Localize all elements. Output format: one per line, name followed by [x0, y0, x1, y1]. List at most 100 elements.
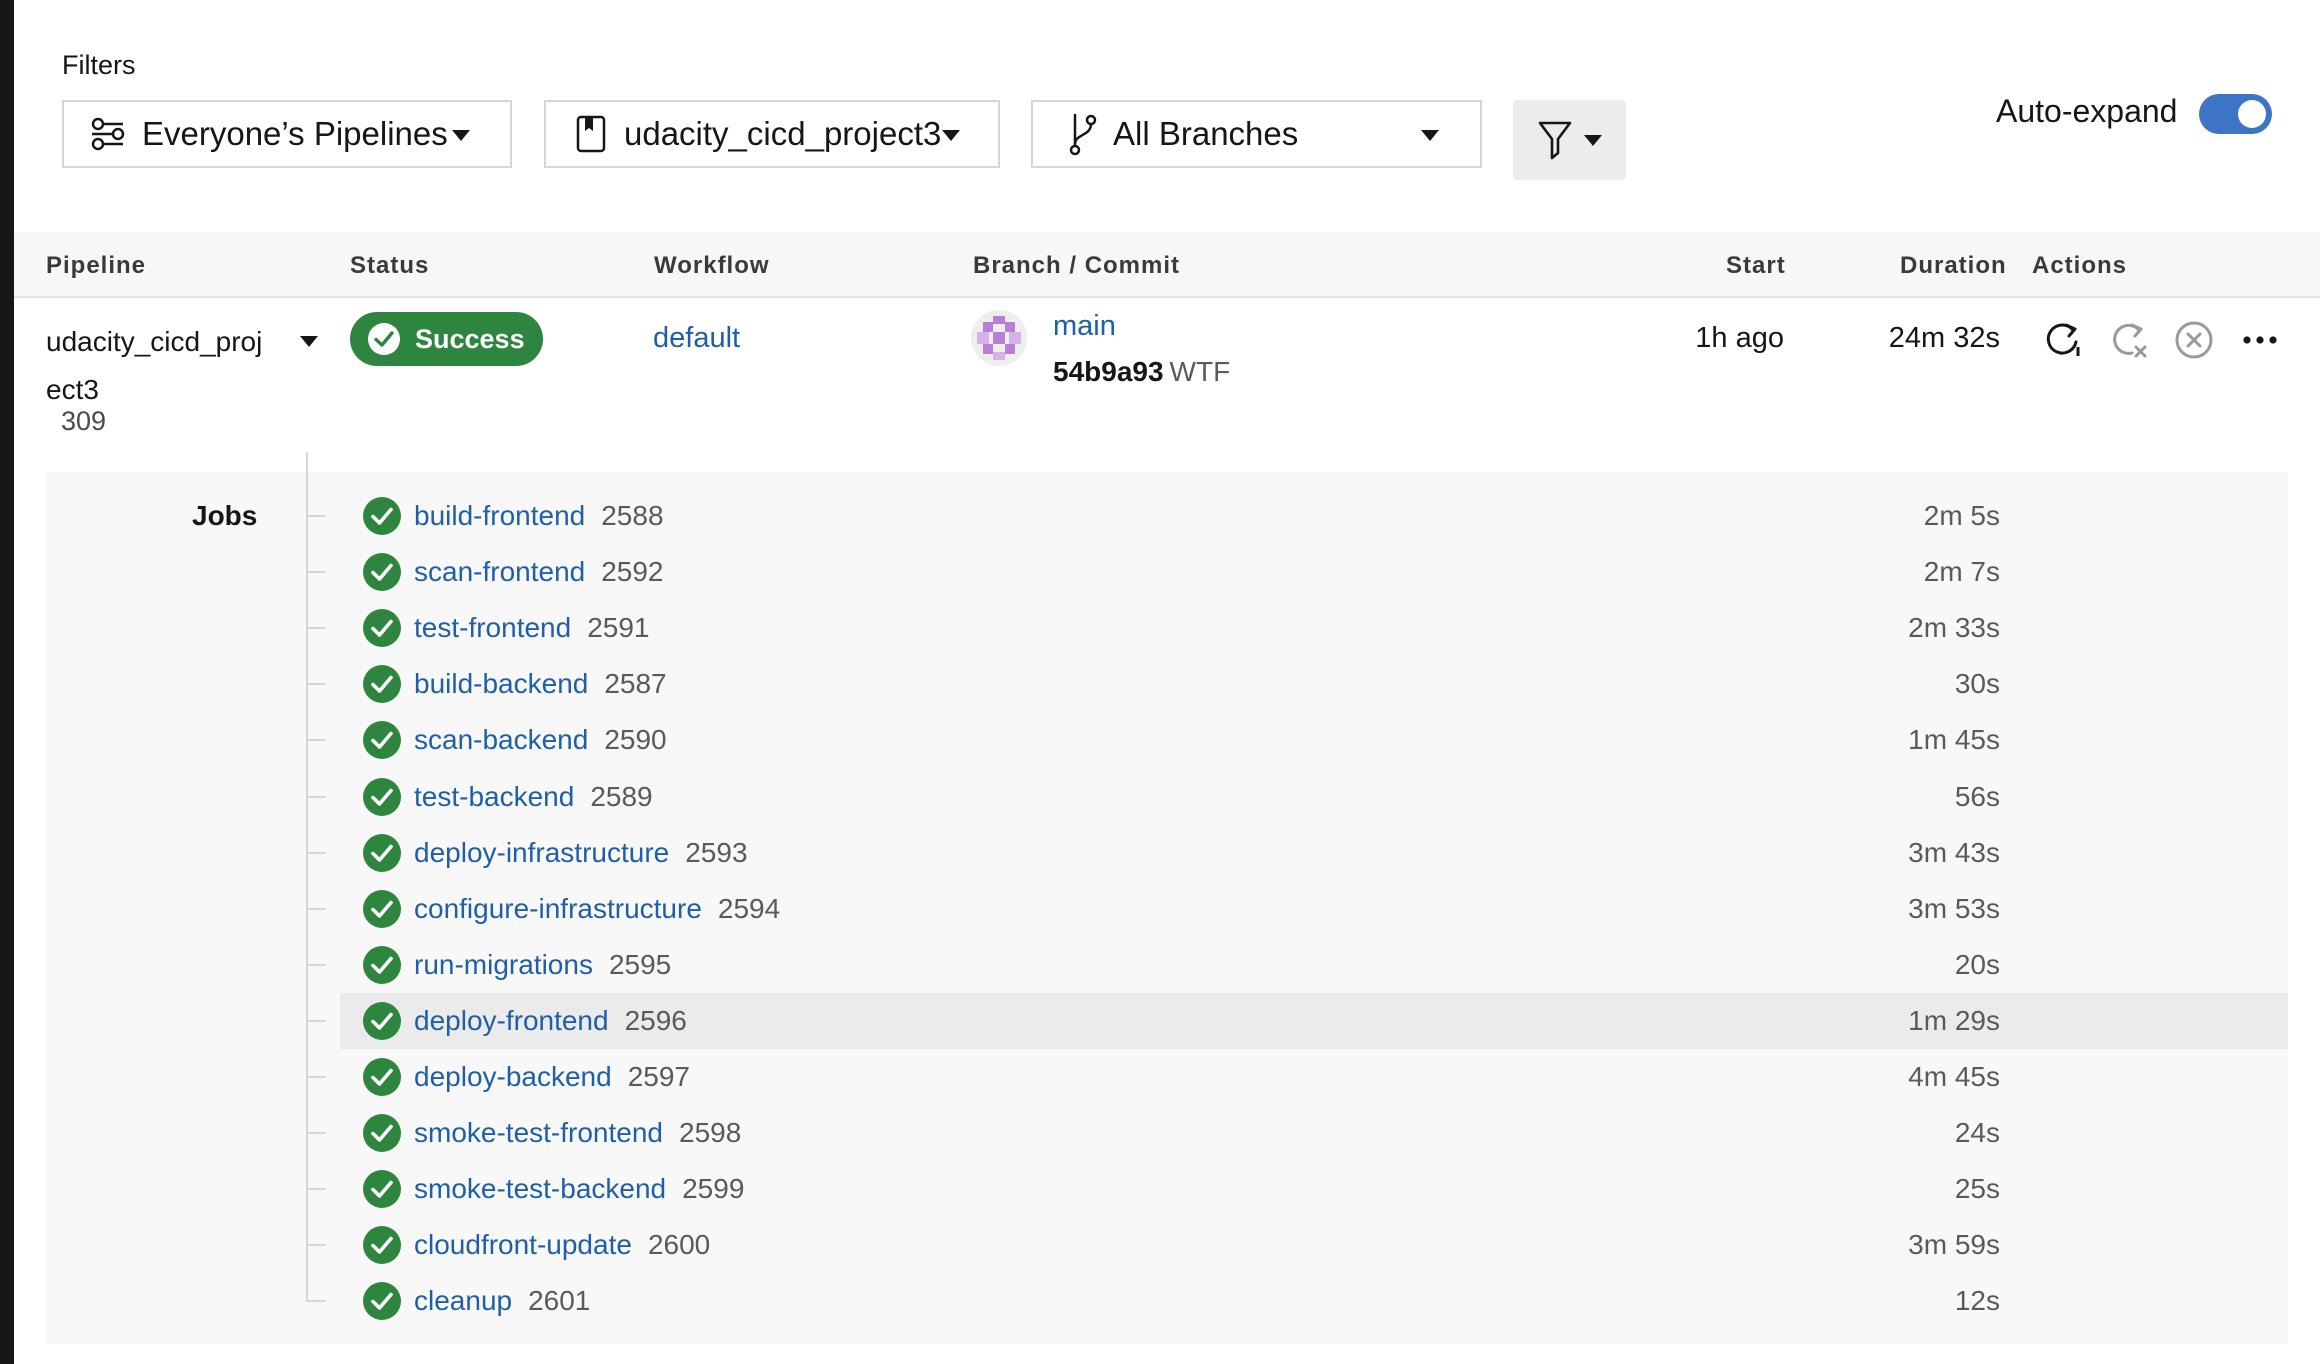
- job-row[interactable]: run-migrations 2595 20s: [306, 937, 2288, 993]
- job-row[interactable]: deploy-frontend 2596 1m 29s: [306, 993, 2288, 1049]
- rerun-icon[interactable]: [2042, 320, 2082, 360]
- jobs-tree-line: [306, 452, 308, 1302]
- check-circle-icon: [362, 664, 402, 704]
- job-row[interactable]: cleanup 2601 12s: [306, 1273, 2288, 1329]
- job-row[interactable]: test-backend 2589 56s: [306, 769, 2288, 825]
- job-name-link[interactable]: scan-backend: [414, 724, 588, 756]
- job-duration: 3m 53s: [1908, 893, 2000, 924]
- job-row[interactable]: scan-frontend 2592 2m 7s: [306, 544, 2288, 600]
- auto-expand-toggle[interactable]: [2199, 94, 2272, 134]
- commit-hash[interactable]: 54b9a93: [1053, 356, 1164, 387]
- job-number: 2596: [624, 1005, 687, 1036]
- job-name-link[interactable]: smoke-test-backend: [414, 1173, 666, 1205]
- tree-branch-tick: [306, 964, 326, 966]
- commit-message: WTF: [1169, 356, 1231, 387]
- job-name-link[interactable]: test-backend: [414, 781, 574, 813]
- job-duration: 2m 7s: [1923, 556, 2000, 587]
- rerun-failed-icon[interactable]: [2108, 320, 2148, 360]
- tree-branch-tick: [306, 739, 326, 741]
- job-row[interactable]: build-frontend 2588 2m 5s: [306, 488, 2288, 544]
- jobs-label: Jobs: [192, 500, 258, 531]
- toggle-knob: [2238, 100, 2266, 128]
- job-row[interactable]: deploy-backend 2597 4m 45s: [306, 1049, 2288, 1105]
- job-name-link[interactable]: deploy-frontend: [414, 1005, 609, 1037]
- tree-branch-tick: [306, 796, 326, 798]
- status-badge[interactable]: Success: [350, 312, 543, 366]
- job-row[interactable]: smoke-test-frontend 2598 24s: [306, 1105, 2288, 1161]
- job-row[interactable]: smoke-test-backend 2599 25s: [306, 1161, 2288, 1217]
- table-header: Pipeline Status Workflow Branch / Commit…: [14, 232, 2320, 298]
- job-row[interactable]: deploy-infrastructure 2593 3m 43s: [306, 825, 2288, 881]
- job-duration: 4m 45s: [1908, 1061, 2000, 1092]
- job-duration: 12s: [1954, 1285, 2000, 1316]
- job-name-link[interactable]: build-frontend: [414, 500, 585, 532]
- job-number: 2601: [528, 1285, 591, 1316]
- job-name-link[interactable]: run-migrations: [414, 949, 593, 981]
- tree-branch-tick: [306, 515, 326, 517]
- cancel-icon[interactable]: [2174, 320, 2214, 360]
- header-pipeline: Pipeline: [46, 252, 147, 279]
- tree-branch-tick: [306, 908, 326, 910]
- window-left-edge: [0, 0, 14, 1364]
- chevron-down-icon: [1421, 130, 1439, 141]
- job-name-link[interactable]: cleanup: [414, 1285, 512, 1317]
- pipeline-duration: 24m 32s: [1888, 322, 2000, 354]
- job-number: 2590: [604, 724, 667, 755]
- job-name-link[interactable]: configure-infrastructure: [414, 893, 702, 925]
- pipelines-filter-dropdown[interactable]: Everyone’s Pipelines: [62, 100, 512, 168]
- job-number: 2591: [587, 612, 650, 643]
- header-status: Status: [350, 252, 430, 279]
- job-row[interactable]: configure-infrastructure 2594 3m 53s: [306, 881, 2288, 937]
- job-name-link[interactable]: cloudfront-update: [414, 1229, 632, 1261]
- check-circle-icon: [362, 1169, 402, 1209]
- job-row[interactable]: cloudfront-update 2600 3m 59s: [306, 1217, 2288, 1273]
- branch-filter-label: All Branches: [1113, 115, 1299, 152]
- check-circle-icon: [362, 1281, 402, 1321]
- check-circle-icon: [362, 1225, 402, 1265]
- job-row[interactable]: scan-backend 2590 1m 45s: [306, 712, 2288, 768]
- check-circle-icon: [362, 552, 402, 592]
- expand-chevron-icon[interactable]: [300, 336, 318, 347]
- job-duration: 1m 29s: [1908, 1005, 2000, 1036]
- more-icon[interactable]: [2240, 320, 2280, 360]
- check-circle-icon: [362, 1057, 402, 1097]
- tree-branch-tick: [306, 1244, 326, 1246]
- job-duration: 25s: [1954, 1173, 2000, 1204]
- commit-info: 54b9a93 WTF: [1053, 356, 1230, 388]
- job-name-link[interactable]: smoke-test-frontend: [414, 1117, 663, 1149]
- job-name-link[interactable]: build-backend: [414, 668, 588, 700]
- job-number: 2595: [608, 949, 672, 980]
- chevron-down-icon: [452, 130, 470, 141]
- tree-branch-tick: [306, 852, 326, 854]
- workflow-link[interactable]: default: [653, 322, 740, 355]
- job-name-link[interactable]: deploy-infrastructure: [414, 837, 669, 869]
- pipeline-name[interactable]: udacity_cicd_project3: [46, 318, 266, 414]
- pipelines-filter-label: Everyone’s Pipelines: [142, 115, 448, 152]
- check-circle-icon: [362, 777, 402, 817]
- job-number: 2588: [601, 500, 664, 531]
- job-row[interactable]: test-frontend 2591 2m 33s: [306, 600, 2288, 656]
- job-duration: 2m 33s: [1908, 612, 2000, 643]
- job-name-link[interactable]: scan-frontend: [414, 556, 585, 588]
- header-start: Start: [1726, 252, 1786, 279]
- chevron-down-icon: [1583, 134, 1602, 146]
- project-filter-dropdown[interactable]: udacity_cicd_project3: [544, 100, 1000, 168]
- project-icon: [576, 115, 606, 153]
- auto-expand-label: Auto-expand: [1996, 93, 2178, 129]
- job-number: 2597: [627, 1061, 690, 1092]
- job-name-link[interactable]: test-frontend: [414, 612, 571, 644]
- tree-branch-tick: [306, 1020, 326, 1022]
- branch-link[interactable]: main: [1053, 310, 1116, 343]
- job-number: 2589: [590, 781, 653, 812]
- header-actions: Actions: [2032, 252, 2128, 279]
- tree-branch-tick: [306, 627, 326, 629]
- job-number: 2592: [601, 556, 664, 587]
- job-name-link[interactable]: deploy-backend: [414, 1061, 612, 1093]
- branch-filter-dropdown[interactable]: All Branches: [1031, 100, 1482, 168]
- row-actions: [2042, 320, 2280, 360]
- advanced-filter-button[interactable]: [1513, 100, 1626, 180]
- tree-branch-tick: [306, 1300, 326, 1302]
- check-circle-icon: [362, 833, 402, 873]
- job-row[interactable]: build-backend 2587 30s: [306, 656, 2288, 712]
- job-duration: 3m 59s: [1908, 1229, 2000, 1260]
